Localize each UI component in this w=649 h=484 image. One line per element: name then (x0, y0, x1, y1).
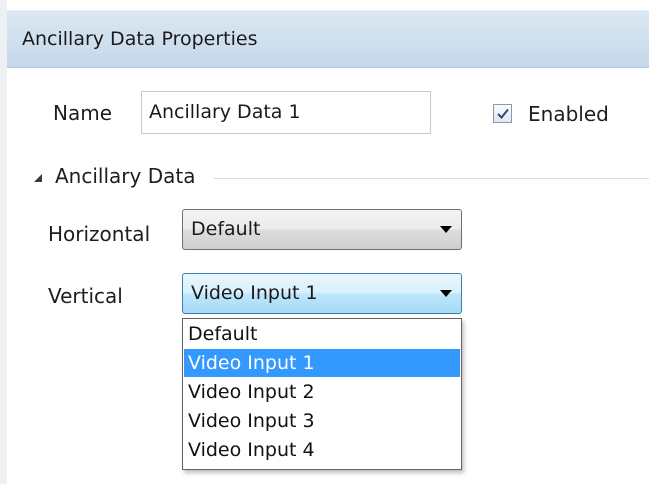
list-item-video-input-1[interactable]: Video Input 1 (184, 349, 460, 377)
horizontal-label: Horizontal (48, 222, 151, 246)
panel-edge (0, 0, 7, 484)
collapse-arrow-icon[interactable] (31, 171, 45, 185)
name-input[interactable]: Ancillary Data 1 (141, 91, 431, 134)
enabled-label[interactable]: Enabled (528, 102, 609, 126)
horizontal-dropdown[interactable]: Default (182, 209, 462, 250)
vertical-label: Vertical (48, 284, 123, 308)
section-title[interactable]: Ancillary Data (55, 164, 195, 188)
section-divider (214, 178, 649, 179)
list-item-default[interactable]: Default (184, 320, 460, 348)
vertical-dropdown-value: Video Input 1 (191, 282, 318, 304)
checkmark-icon (497, 108, 509, 119)
horizontal-dropdown-value: Default (191, 218, 261, 240)
name-label: Name (53, 101, 113, 125)
properties-panel: Ancillary Data Properties Name Ancillary… (0, 0, 649, 484)
chevron-down-icon (440, 226, 452, 233)
list-item-video-input-3[interactable]: Video Input 3 (184, 407, 460, 435)
chevron-down-icon (440, 290, 452, 297)
vertical-dropdown-list[interactable]: Default Video Input 1 Video Input 2 Vide… (182, 318, 462, 470)
panel-title: Ancillary Data Properties (22, 28, 258, 50)
list-item-video-input-2[interactable]: Video Input 2 (184, 378, 460, 406)
panel-header: Ancillary Data Properties (7, 10, 649, 68)
vertical-dropdown[interactable]: Video Input 1 (182, 273, 462, 314)
enabled-checkbox[interactable] (493, 104, 512, 123)
list-item-video-input-4[interactable]: Video Input 4 (184, 436, 460, 464)
name-input-value: Ancillary Data 1 (149, 101, 301, 123)
